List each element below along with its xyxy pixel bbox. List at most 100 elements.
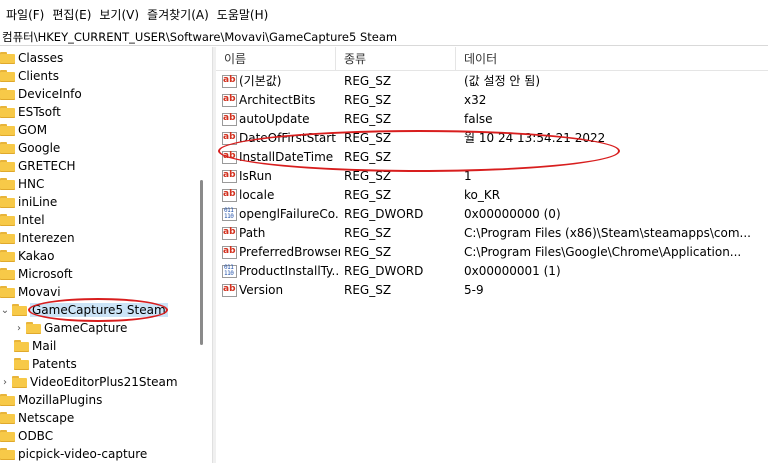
value-row[interactable]: ab InstallDateTime REG_SZ [216,148,768,167]
folder-icon [0,448,15,460]
list-header: 이름 종류 데이터 [216,47,768,71]
value-name: locale [239,188,275,202]
tree-item-mail[interactable]: Mail [14,337,56,355]
menu-favorites[interactable]: 즐겨찾기(A) [145,6,215,23]
string-value-icon: ab [222,75,237,88]
tree-item-mozillaplugins[interactable]: MozillaPlugins [0,391,102,409]
tree-item-intel[interactable]: Intel [0,211,45,229]
tree-scrollbar-thumb[interactable] [200,180,203,345]
tree-item-deviceinfo[interactable]: DeviceInfo [0,85,82,103]
value-row[interactable]: ab DateOfFirstStart REG_SZ 월 10 24 13:54:… [216,129,768,148]
column-header-name[interactable]: 이름 [216,47,336,71]
tree-item-netscape[interactable]: Netscape [0,409,74,427]
folder-icon [0,142,15,154]
folder-icon [0,268,15,280]
tree-item-label: Intel [18,213,45,227]
value-name: openglFailureCo... [239,207,340,221]
value-data: ko_KR [464,188,501,202]
tree-item-movavi[interactable]: Movavi [0,283,61,301]
value-row[interactable]: ab ArchitectBits REG_SZ x32 [216,91,768,110]
value-row[interactable]: ab Version REG_SZ 5-9 [216,281,768,300]
tree-item-label: Google [18,141,61,155]
tree-item-gretech[interactable]: GRETECH [0,157,76,175]
value-type: REG_SZ [344,226,392,240]
value-data: 5-9 [464,283,484,297]
tree-item-google[interactable]: Google [0,139,60,157]
column-header-type[interactable]: 종류 [336,47,456,71]
value-row[interactable]: ab locale REG_SZ ko_KR [216,186,768,205]
address-bar[interactable]: 컴퓨터\HKEY_CURRENT_USER\Software\Movavi\Ga… [0,28,768,46]
string-value-icon: ab [222,170,237,183]
string-value-icon: ab [222,284,237,297]
value-row[interactable]: ab IsRun REG_SZ 1 [216,167,768,186]
folder-icon [14,358,29,370]
tree-item-classes[interactable]: Classes [0,49,63,67]
tree-item-kakao[interactable]: Kakao [0,247,54,265]
tree-item-label: ODBC [18,429,54,443]
tree-item-microsoft[interactable]: Microsoft [0,265,73,283]
tree-item-estsoft[interactable]: ESTsoft [0,103,61,121]
chevron-right-icon[interactable]: › [0,377,10,388]
tree-item-videoeditorplus21steam[interactable]: › VideoEditorPlus21Steam [0,373,178,391]
value-type: REG_SZ [344,245,392,259]
folder-icon [0,88,15,100]
string-value-icon: ab [222,189,237,202]
tree-item-hnc[interactable]: HNC [0,175,44,193]
folder-icon [0,196,15,208]
folder-icon [26,322,41,334]
menu-edit[interactable]: 편집(E) [50,6,97,23]
tree-item-gom[interactable]: GOM [0,121,47,139]
tree-item-patents[interactable]: Patents [14,355,77,373]
value-type: REG_SZ [344,93,392,107]
value-data: C:\Program Files (x86)\Steam\steamapps\c… [464,226,751,240]
folder-icon [0,178,15,190]
tree-item-gamecapture[interactable]: › GameCapture [14,319,127,337]
value-name: InstallDateTime [239,150,334,164]
tree-item-label: picpick-video-capture [18,447,148,461]
value-type: REG_SZ [344,112,392,126]
value-data: 0x00000000 (0) [464,207,561,221]
tree-item-label: Clients [18,69,59,83]
column-header-data[interactable]: 데이터 [456,47,768,71]
tree-item-odbc[interactable]: ODBC [0,427,53,445]
string-value-icon: ab [222,246,237,259]
value-type: REG_SZ [344,283,392,297]
menu-view[interactable]: 보기(V) [97,6,145,23]
tree-item-gamecapture5-steam[interactable]: ⌄ GameCapture5 Steam [0,301,168,319]
menu-file[interactable]: 파일(F) [4,6,50,23]
tree-item-iniline[interactable]: iniLine [0,193,57,211]
value-row[interactable]: ab (기본값) REG_SZ (값 설정 안 됨) [216,72,768,91]
key-tree: Classes Clients DeviceInfo ESTsoft GOM G… [0,47,207,463]
tree-item-interezen[interactable]: Interezen [0,229,75,247]
menu-help[interactable]: 도움말(H) [215,6,275,23]
value-type: REG_SZ [344,150,392,164]
value-row[interactable]: 011 110 ProductInstallTy... REG_DWORD 0x00… [216,262,768,281]
value-name: PreferredBrowser [239,245,340,259]
string-value-icon: ab [222,94,237,107]
value-row[interactable]: ab PreferredBrowser REG_SZ C:\Program Fil… [216,243,768,262]
folder-icon [0,52,15,64]
chevron-down-icon[interactable]: ⌄ [0,305,10,316]
value-row[interactable]: ab autoUpdate REG_SZ false [216,110,768,129]
value-row[interactable]: 011 110 openglFailureCo... REG_DWORD 0x000… [216,205,768,224]
folder-icon [0,232,15,244]
tree-item-label: Movavi [18,285,61,299]
tree-item-picpick-video-capture[interactable]: picpick-video-capture [0,445,147,463]
folder-icon [0,124,15,136]
value-data: false [464,112,493,126]
value-type: REG_SZ [344,74,392,88]
value-data: 0x00000001 (1) [464,264,561,278]
value-type: REG_SZ [344,169,392,183]
folder-open-icon [12,304,27,316]
folder-icon [0,160,15,172]
value-data: C:\Program Files\Google\Chrome\Applicati… [464,245,742,259]
tree-item-clients[interactable]: Clients [0,67,59,85]
folder-icon [0,214,15,226]
chevron-right-icon[interactable]: › [14,323,24,334]
folder-icon [0,430,15,442]
value-type: REG_SZ [344,188,392,202]
folder-icon [0,106,15,118]
tree-item-label: VideoEditorPlus21Steam [30,375,178,389]
value-row[interactable]: ab Path REG_SZ C:\Program Files (x86)\Ste… [216,224,768,243]
tree-item-label: Mail [32,339,57,353]
